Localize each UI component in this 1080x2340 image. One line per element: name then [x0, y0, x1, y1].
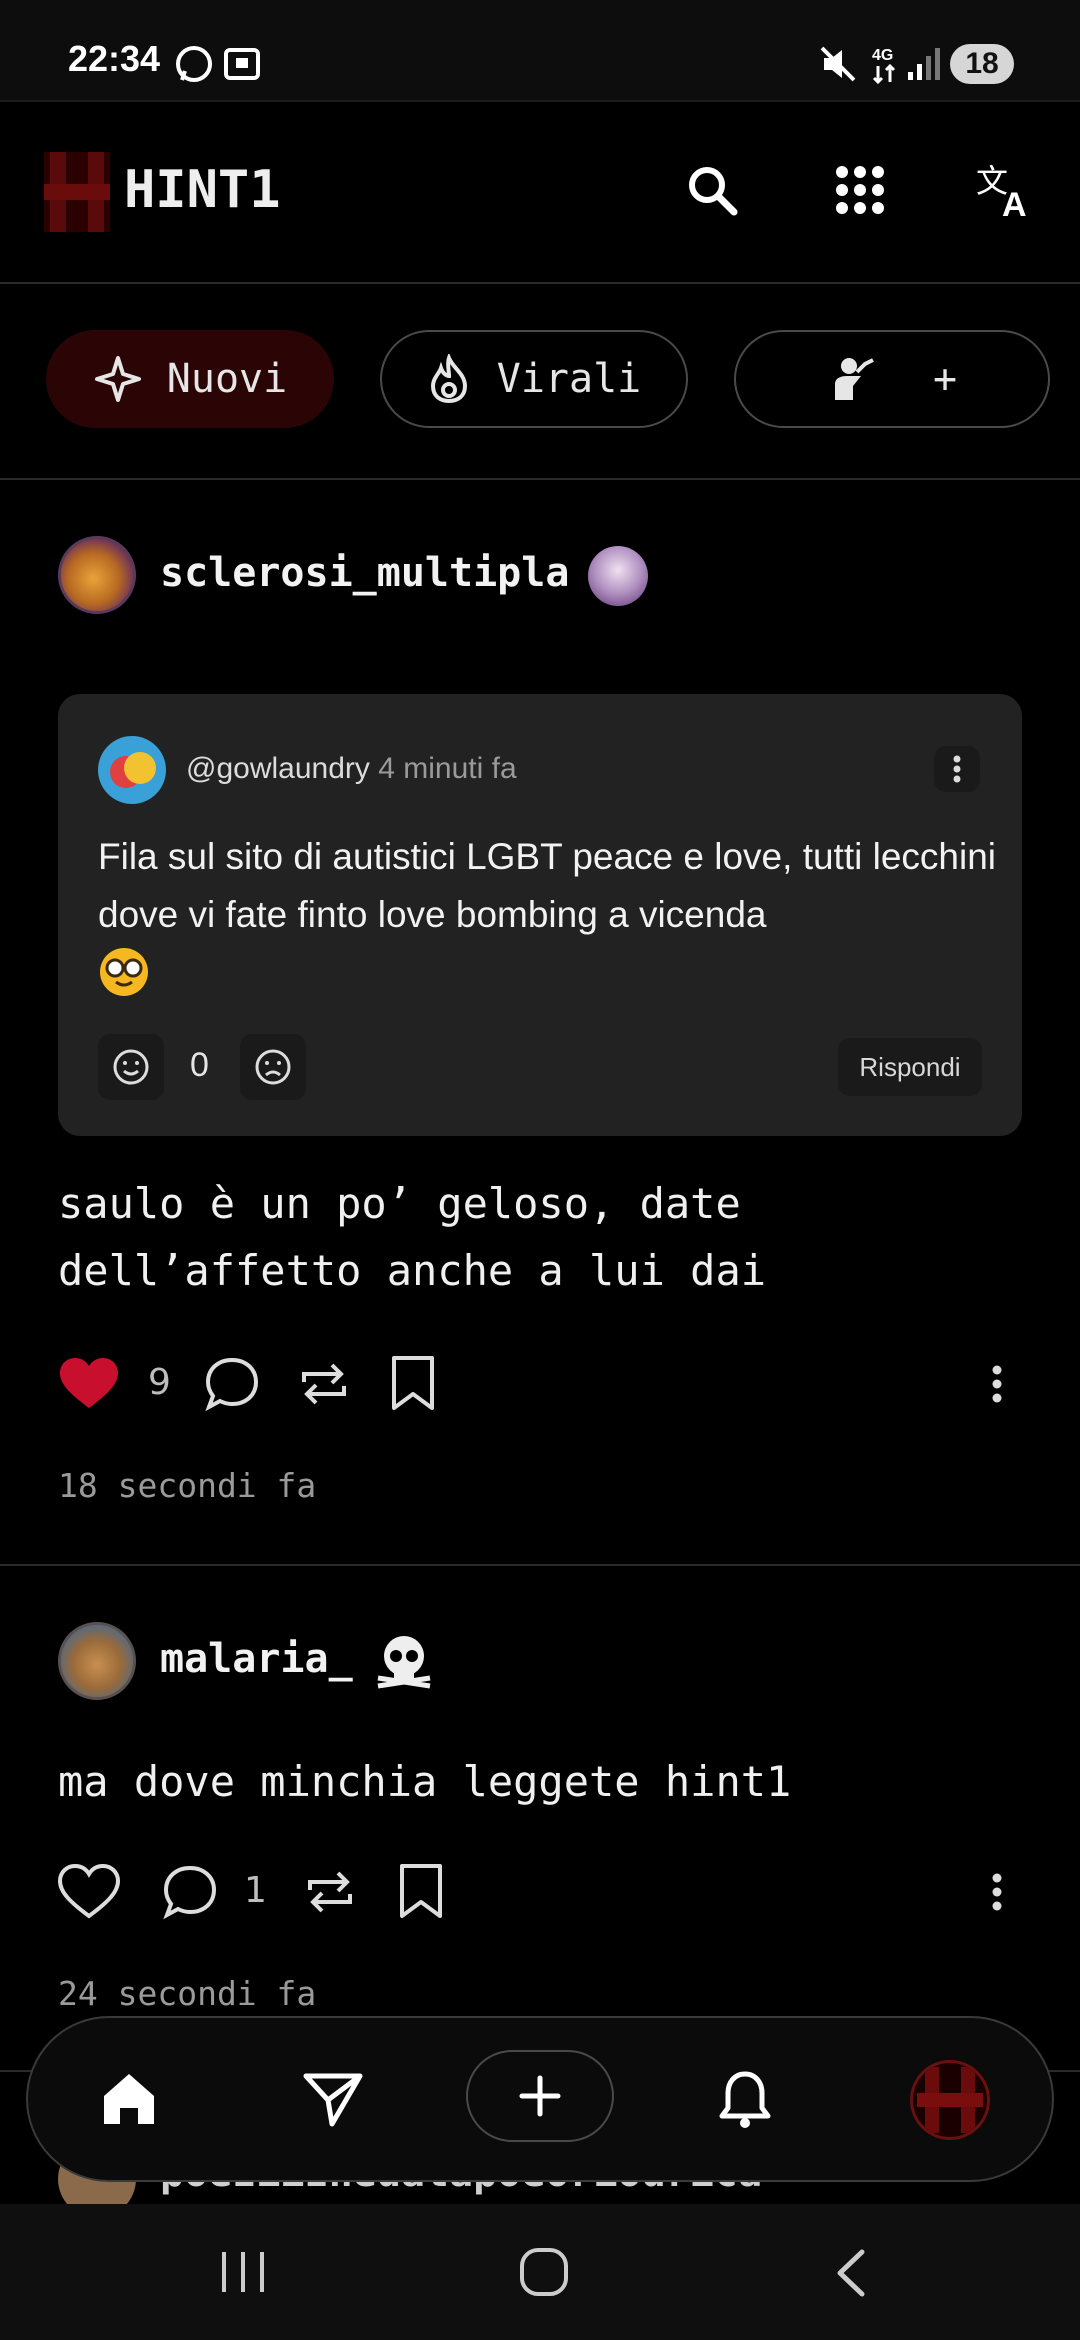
- more-vertical-icon: [953, 755, 961, 783]
- svg-text:A: A: [1002, 186, 1027, 218]
- notifications-bell-icon[interactable]: [718, 2068, 772, 2130]
- badge-icon: [588, 546, 648, 606]
- post-divider: [0, 1564, 1080, 1566]
- chip-add-label: +: [932, 356, 958, 402]
- comment-more-button[interactable]: [934, 746, 980, 792]
- svg-text:4G: 4G: [872, 47, 893, 64]
- comment-icon[interactable]: [162, 1864, 218, 1920]
- post-username[interactable]: sclerosi_multipla: [160, 550, 569, 596]
- nerd-face-emoji-icon: [100, 948, 148, 996]
- search-icon[interactable]: [686, 164, 738, 216]
- signal-icon: [908, 48, 940, 80]
- home-icon[interactable]: [100, 2070, 158, 2128]
- comment-author[interactable]: @gowlaundry 4 minuti fa: [186, 752, 517, 786]
- upvote-button[interactable]: [98, 1034, 164, 1100]
- reply-button[interactable]: Rispondi: [838, 1038, 982, 1096]
- comment-time: 4 minuti fa: [378, 752, 517, 785]
- heart-outline-icon[interactable]: [58, 1864, 120, 1920]
- app-title: HINT1: [124, 160, 281, 220]
- chip-add-filter[interactable]: +: [734, 330, 1050, 428]
- post-timestamp: 18 secondi fa: [58, 1466, 317, 1505]
- whatsapp-icon: [176, 46, 212, 82]
- comment-icon[interactable]: [204, 1356, 260, 1412]
- apps-grid-icon[interactable]: [834, 164, 886, 216]
- post-timestamp: 24 secondi fa: [58, 1974, 317, 2013]
- repost-icon[interactable]: [296, 1356, 352, 1412]
- post-text: ma dove minchia leggete hint1: [58, 1757, 792, 1806]
- chip-new[interactable]: Nuovi: [46, 330, 334, 428]
- frown-icon: [255, 1049, 291, 1085]
- comment-score: 0: [190, 1046, 209, 1084]
- hint1-logo-icon: [917, 2067, 983, 2133]
- like-count: 9: [148, 1362, 171, 1403]
- back-icon[interactable]: [830, 2248, 870, 2298]
- avatar[interactable]: [58, 1622, 136, 1700]
- heart-filled-icon[interactable]: [58, 1356, 120, 1412]
- person-check-icon: [834, 358, 874, 400]
- avatar: [98, 736, 166, 804]
- mute-icon: [820, 46, 856, 82]
- repost-icon[interactable]: [302, 1864, 358, 1920]
- comment-username[interactable]: @gowlaundry: [186, 752, 370, 785]
- status-time: 22:34: [68, 38, 161, 79]
- comment-text: Fila sul sito di autistici LGBT peace e …: [98, 836, 997, 935]
- more-vertical-icon[interactable]: [980, 1868, 1014, 1918]
- bookmark-icon[interactable]: [388, 1354, 438, 1414]
- send-icon[interactable]: [302, 2070, 364, 2128]
- post-text-line: dell’affetto anche a lui dai: [58, 1246, 767, 1295]
- smile-icon: [113, 1049, 149, 1085]
- post-text-line: saulo è un po’ geloso, date: [58, 1179, 741, 1228]
- skull-badge-icon: [377, 1636, 431, 1689]
- create-post-button[interactable]: [466, 2050, 614, 2142]
- recent-apps-icon[interactable]: [218, 2250, 268, 2294]
- post-username[interactable]: malaria_: [160, 1636, 353, 1682]
- more-vertical-icon[interactable]: [980, 1360, 1014, 1410]
- theater-masks-icon: [110, 752, 156, 788]
- comment-count: 1: [244, 1870, 267, 1911]
- avatar[interactable]: [58, 536, 136, 614]
- downvote-button[interactable]: [240, 1034, 306, 1100]
- hint1-logo-icon: [44, 152, 110, 232]
- translate-icon[interactable]: 文 A: [976, 162, 1034, 218]
- chip-viral-label: Virali: [496, 356, 642, 402]
- profile-avatar[interactable]: [910, 2060, 990, 2140]
- network-4g-icon: 4G: [872, 47, 896, 85]
- battery-indicator: 18: [950, 44, 1014, 84]
- fire-icon: [430, 354, 467, 404]
- chip-new-label: Nuovi: [166, 356, 288, 402]
- screenshot-icon: [224, 48, 260, 80]
- chip-viral[interactable]: Virali: [380, 330, 688, 428]
- sparkle-icon: [94, 356, 141, 402]
- post-text: saulo è un po’ geloso, date dell’affetto…: [58, 1170, 766, 1304]
- bookmark-icon[interactable]: [396, 1862, 446, 1922]
- home-button-icon[interactable]: [518, 2246, 570, 2298]
- plus-icon: [519, 2075, 561, 2117]
